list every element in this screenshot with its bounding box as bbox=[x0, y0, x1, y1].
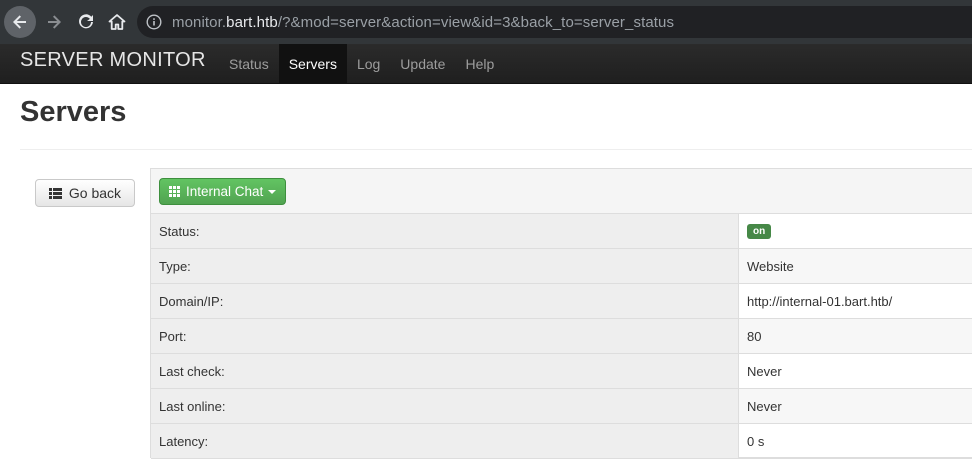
caret-down-icon bbox=[268, 189, 277, 194]
table-row-domain: Domain/IP: http://internal-01.bart.htb/ bbox=[151, 284, 972, 319]
row-value: http://internal-01.bart.htb/ bbox=[747, 293, 893, 309]
reload-icon bbox=[79, 14, 93, 29]
row-label: Type: bbox=[151, 249, 739, 283]
title-divider bbox=[20, 149, 972, 150]
nav-link-status[interactable]: Status bbox=[219, 44, 279, 84]
table-row-last-online: Last online: Never bbox=[151, 389, 972, 424]
table-row-latency: Latency: 0 s bbox=[151, 424, 972, 459]
server-detail-panel: Internal Chat Status: on Type: Website D… bbox=[150, 168, 972, 459]
url-text: monitor.bart.htb/?&mod=server&action=vie… bbox=[172, 14, 674, 31]
back-button[interactable] bbox=[4, 6, 36, 38]
info-icon[interactable] bbox=[146, 14, 162, 30]
app-navbar: SERVER MONITOR Status Servers Log Update… bbox=[0, 44, 972, 84]
list-icon bbox=[48, 187, 62, 199]
row-label: Status: bbox=[151, 214, 739, 248]
url-host-prefix: monitor. bbox=[172, 13, 227, 31]
row-value: on bbox=[739, 214, 972, 248]
nav-link-help[interactable]: Help bbox=[455, 44, 504, 84]
status-badge: on bbox=[747, 223, 772, 239]
forward-button[interactable] bbox=[38, 6, 70, 38]
go-back-label: Go back bbox=[68, 185, 122, 201]
arrow-left-icon bbox=[13, 15, 26, 29]
url-path: /?&mod=server&action=view&id=3&back_to=s… bbox=[277, 13, 675, 31]
row-value: Never bbox=[739, 389, 972, 423]
table-row-port: Port: 80 bbox=[151, 319, 972, 354]
row-label: Last online: bbox=[151, 389, 739, 423]
row-value: 80 bbox=[739, 319, 972, 353]
nav-link-update[interactable]: Update bbox=[390, 44, 455, 84]
nav-links: Status Servers Log Update Help bbox=[219, 44, 504, 84]
nav-link-log[interactable]: Log bbox=[347, 44, 390, 84]
url-host: bart.htb bbox=[226, 13, 278, 31]
browser-toolbar: monitor.bart.htb/?&mod=server&action=vie… bbox=[0, 0, 972, 44]
row-value: 0 s bbox=[747, 433, 765, 449]
row-label: Latency: bbox=[151, 424, 739, 458]
address-bar[interactable]: monitor.bart.htb/?&mod=server&action=vie… bbox=[137, 6, 972, 38]
nav-link-servers[interactable]: Servers bbox=[278, 44, 347, 84]
table-row-last-check: Last check: Never bbox=[151, 354, 972, 389]
table-row-type: Type: Website bbox=[151, 249, 972, 284]
grid-icon bbox=[169, 186, 180, 197]
row-label: Domain/IP: bbox=[151, 284, 739, 318]
table-row-status: Status: on bbox=[151, 214, 972, 249]
server-dropdown-button[interactable]: Internal Chat bbox=[159, 178, 287, 205]
arrow-right-icon bbox=[48, 15, 61, 29]
home-icon bbox=[108, 14, 126, 30]
row-value: Website bbox=[739, 249, 972, 283]
page-title: Servers bbox=[20, 96, 127, 128]
row-value: Never bbox=[747, 363, 782, 379]
go-back-button[interactable]: Go back bbox=[35, 179, 135, 207]
home-button[interactable] bbox=[101, 6, 133, 38]
panel-header: Internal Chat bbox=[151, 169, 972, 214]
brand-title[interactable]: SERVER MONITOR bbox=[20, 49, 206, 72]
row-label: Port: bbox=[151, 319, 739, 353]
server-name: Internal Chat bbox=[186, 184, 264, 199]
row-label: Last check: bbox=[151, 354, 739, 388]
reload-button[interactable] bbox=[70, 6, 102, 38]
